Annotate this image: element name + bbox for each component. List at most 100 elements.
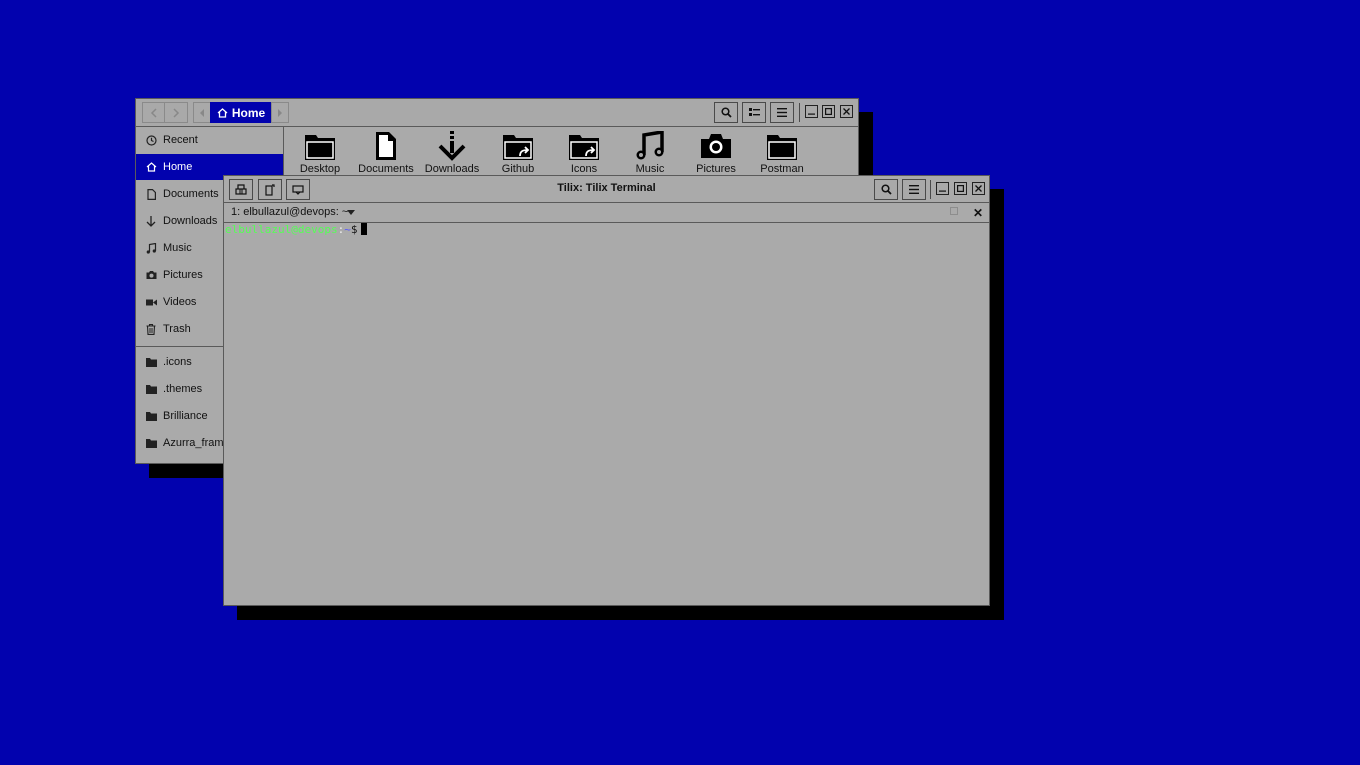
sidebar-item-label: Music: [163, 242, 192, 254]
chevron-right-icon: [173, 107, 180, 118]
path-bar-scroll-left-button[interactable]: [193, 102, 211, 123]
close-icon: [843, 108, 850, 115]
find-button[interactable]: [874, 179, 898, 200]
file-item-music[interactable]: Music: [617, 131, 683, 177]
hamburger-menu-button[interactable]: [770, 102, 794, 123]
minimize-button[interactable]: [936, 182, 949, 195]
back-button[interactable]: [142, 102, 165, 123]
folder-icon: [145, 356, 157, 368]
file-item-desktop[interactable]: Desktop: [287, 131, 353, 177]
folder-link-icon: [569, 135, 599, 160]
sidebar-item-label: Pictures: [163, 269, 203, 281]
text-cursor: [361, 223, 368, 235]
session-icon: [235, 184, 247, 195]
minimize-icon: [808, 113, 815, 115]
file-item-pictures[interactable]: Pictures: [683, 131, 749, 177]
terminal-headerbar: Tilix: Tilix Terminal: [224, 176, 989, 203]
terminal-window[interactable]: Tilix: Tilix Terminal 1: elbullazul@devo…: [223, 175, 990, 606]
maximize-icon: [957, 185, 964, 192]
file-item-icons[interactable]: Icons: [551, 131, 617, 177]
sidebar-item-recent[interactable]: Recent: [136, 127, 283, 153]
file-manager-headerbar: Home: [136, 99, 858, 127]
file-item-downloads[interactable]: Downloads: [419, 131, 485, 177]
window-controls-separator: [799, 103, 800, 122]
file-item-label: Github: [501, 163, 535, 175]
breadcrumb-home[interactable]: Home: [210, 102, 272, 123]
sidebar-item-label: .icons: [163, 356, 192, 368]
folder-icon: [767, 135, 797, 160]
sidebar-item-label: Azurra_fram: [163, 437, 224, 449]
file-item-label: Pictures: [696, 163, 736, 175]
window-controls-separator: [930, 180, 931, 199]
search-icon: [720, 107, 732, 118]
file-item-label: Documents: [358, 163, 414, 175]
sidebar-item-label: Videos: [163, 296, 197, 308]
maximize-button[interactable]: [822, 105, 835, 118]
folder-icon: [305, 135, 335, 160]
chevron-left-icon: [150, 107, 157, 118]
download-icon: [145, 215, 157, 227]
file-item-label: Postman: [760, 163, 804, 175]
add-terminal-right-button[interactable]: [258, 179, 282, 200]
hamburger-menu-button[interactable]: [902, 179, 926, 200]
prompt-symbol: $: [350, 223, 358, 236]
document-icon: [376, 132, 396, 160]
maximize-button[interactable]: [954, 182, 967, 195]
music-icon: [636, 131, 664, 160]
trash-icon: [145, 323, 157, 335]
prompt-line: elbullazul@devops:~$: [225, 223, 368, 236]
search-button[interactable]: [714, 102, 738, 123]
session-title[interactable]: 1: elbullazul@devops: ~: [231, 206, 348, 218]
file-item-github[interactable]: Github: [485, 131, 551, 177]
close-button[interactable]: [972, 182, 985, 195]
sidebar-item-label: Brilliance: [163, 410, 208, 422]
split-down-icon: [292, 184, 304, 195]
file-item-label: Music: [635, 163, 665, 175]
prompt-path: ~: [344, 223, 351, 236]
camera-icon: [701, 134, 731, 158]
terminal-title: Tilix: Tilix Terminal: [557, 182, 656, 194]
chevron-down-icon[interactable]: [347, 210, 355, 215]
search-icon: [880, 184, 892, 195]
file-item-label: Downloads: [424, 163, 480, 175]
home-icon: [145, 161, 157, 173]
path-bar-scroll-right-button[interactable]: [271, 102, 289, 123]
minimize-icon: [939, 190, 946, 192]
maximize-icon: [825, 108, 832, 115]
download-icon: [438, 131, 466, 161]
sidebar-item-label: Trash: [163, 323, 191, 335]
hamburger-icon: [777, 108, 787, 117]
file-item-label: Desktop: [299, 163, 341, 175]
file-grid: Desktop Documents Downloads Github Icons…: [284, 127, 858, 177]
file-item-documents[interactable]: Documents: [353, 131, 419, 177]
close-button[interactable]: [840, 105, 853, 118]
close-terminal-icon[interactable]: ✕: [973, 206, 983, 220]
file-item-postman[interactable]: Postman: [749, 131, 815, 177]
breadcrumb-label: Home: [231, 105, 266, 120]
sidebar-item-label: .themes: [163, 383, 203, 395]
close-icon: [975, 185, 982, 192]
sidebar-item-label: Recent: [163, 134, 198, 146]
document-icon: [145, 188, 157, 200]
add-terminal-down-button[interactable]: [286, 179, 310, 200]
music-icon: [145, 242, 157, 254]
folder-icon: [145, 437, 157, 449]
split-right-icon: [265, 183, 275, 196]
forward-button[interactable]: [165, 102, 188, 123]
folder-icon: [145, 383, 157, 395]
view-options-button[interactable]: [742, 102, 766, 123]
maximize-terminal-icon[interactable]: [950, 207, 958, 215]
home-icon: [217, 107, 228, 118]
prompt-user: elbullazul@devops: [225, 223, 338, 236]
minimize-button[interactable]: [805, 105, 818, 118]
list-view-icon: [748, 108, 760, 116]
chevron-left-icon: [200, 108, 204, 117]
chevron-right-icon: [278, 108, 282, 117]
video-icon: [145, 296, 157, 308]
terminal-content[interactable]: elbullazul@devops:~$: [224, 223, 989, 605]
file-item-label: Icons: [570, 163, 598, 175]
new-session-button[interactable]: [229, 179, 253, 200]
camera-icon: [145, 269, 157, 281]
hamburger-icon: [909, 185, 919, 194]
terminal-session-bar: 1: elbullazul@devops: ~ ✕: [224, 203, 989, 223]
